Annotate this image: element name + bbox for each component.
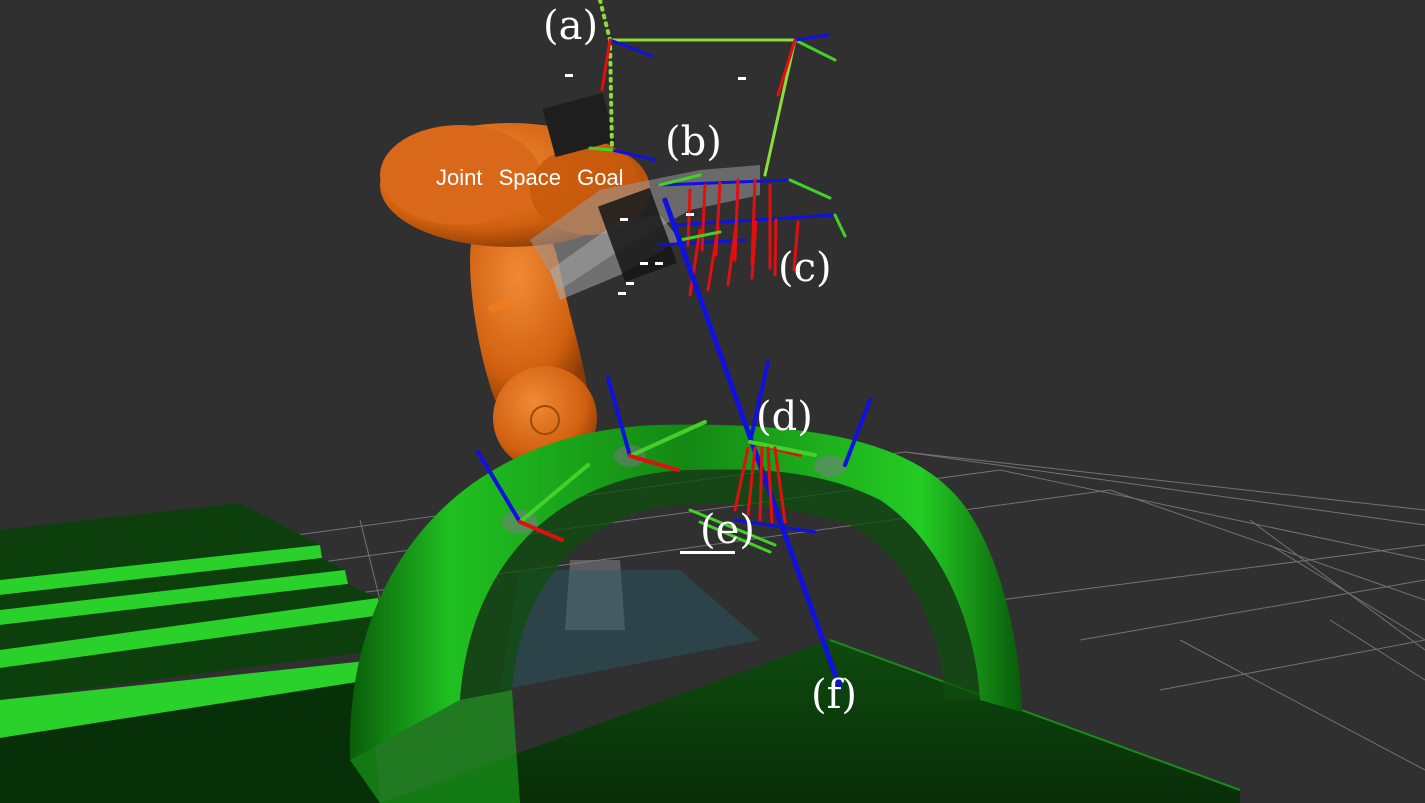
label-e: (e) (700, 507, 755, 553)
label-b: (b) (665, 119, 722, 165)
label-f: (f) (811, 672, 858, 718)
label-d: (d) (756, 394, 813, 440)
stacked-plates (0, 503, 382, 803)
label-c: (c) (778, 245, 832, 291)
joint-space-goal-caption: Joint Space Goal (436, 165, 624, 190)
rviz-3d-viewport[interactable]: Joint Space Goal (a) (b) (c) (d) (e) (f) (0, 0, 1425, 803)
label-a: (a) (543, 3, 599, 49)
